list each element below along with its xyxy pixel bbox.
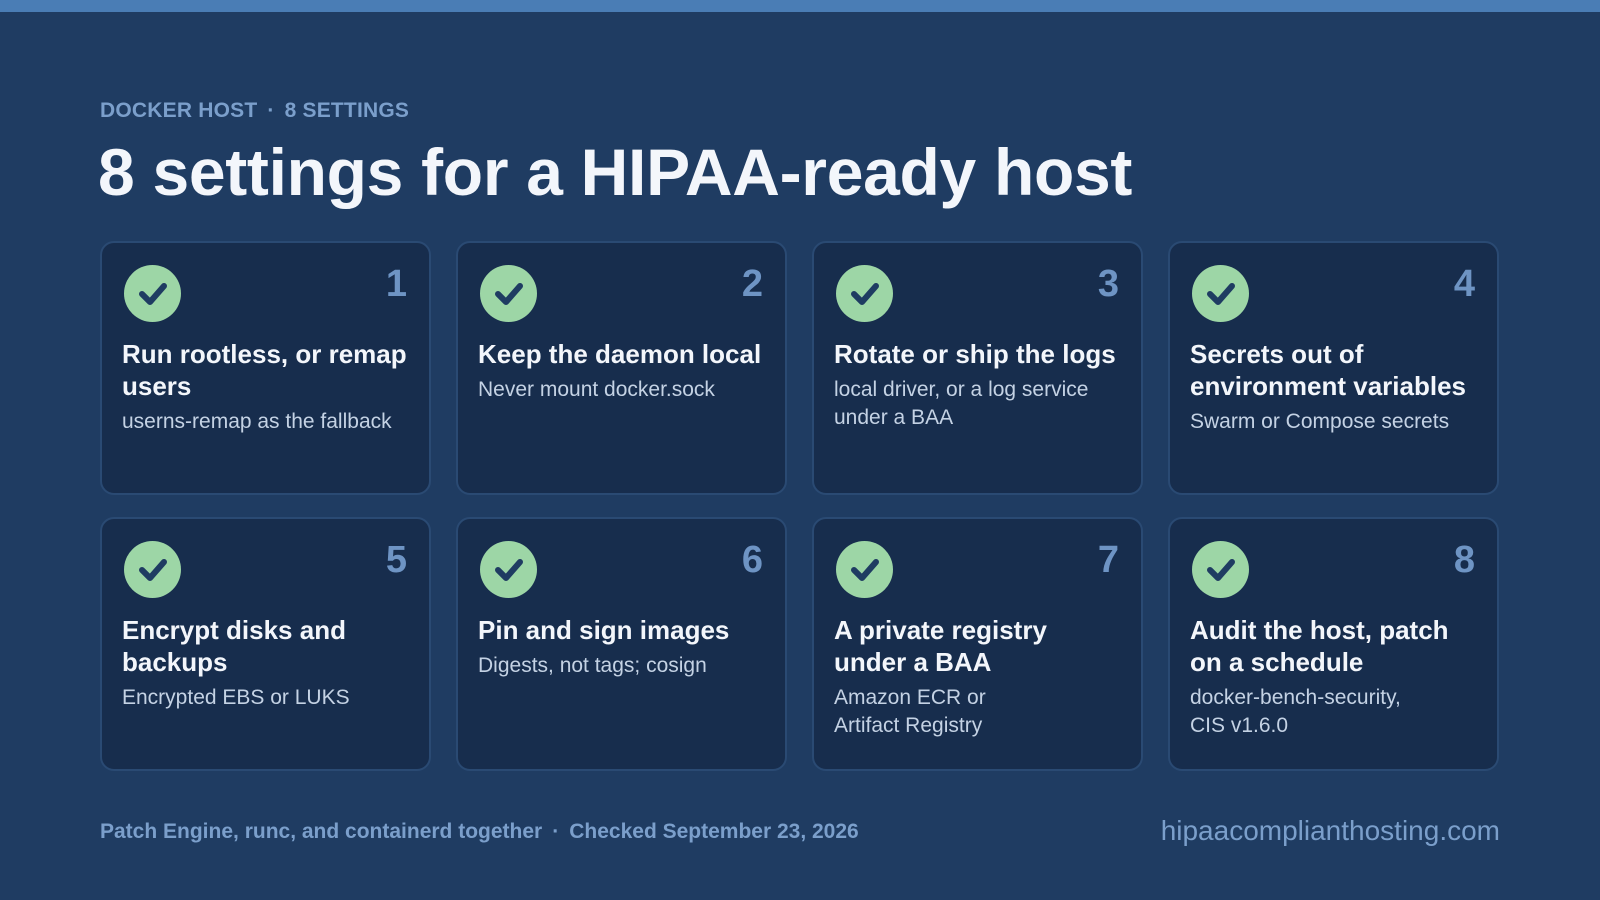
setting-description: userns-remap as the fallback [122,410,392,433]
setting-number: 3 [1097,263,1119,305]
setting-title-text: Keep the daemon local [478,339,762,369]
setting-title-text: Run rootless, or remap users [122,339,407,401]
setting-title-text: Audit the host, patch on a schedule [1190,615,1449,677]
footer-separator: · [552,820,560,843]
setting-card-3: 3 Rotate or ship the logs local driver, … [812,241,1143,495]
footer-note: Patch Engine, runc, and containerd toget… [100,820,859,844]
setting-number: 6 [741,539,763,581]
eyebrow: DOCKER HOST · 8 SETTINGS [100,99,409,123]
setting-title: Audit the host, patch on a schedule dock… [1190,614,1479,740]
setting-title-text: Rotate or ship the logs [834,339,1116,369]
setting-card-6: 6 Pin and sign images Digests, not tags;… [456,517,787,771]
eyebrow-category: DOCKER HOST [100,99,258,122]
setting-title-text: Secrets out of environment variables [1190,339,1466,401]
check-circle-icon [480,265,537,322]
check-circle-icon [1192,265,1249,322]
setting-title: Secrets out of environment variables Swa… [1190,338,1479,436]
setting-title: Run rootless, or remap users userns-rema… [122,338,411,436]
setting-description: Amazon ECR or Artifact Registry [834,686,986,737]
setting-number: 2 [741,263,763,305]
eyebrow-separator: · [267,99,275,122]
setting-card-4: 4 Secrets out of environment variables S… [1168,241,1499,495]
footer-site-link[interactable]: hipaacomplianthosting.com [1161,815,1500,847]
setting-description: Encrypted EBS or LUKS [122,686,350,709]
check-circle-icon [124,541,181,598]
footer-note-text: Patch Engine, runc, and containerd toget… [100,820,543,843]
top-accent-bar [0,0,1600,12]
footer-checked-date: Checked September 23, 2026 [569,820,859,843]
check-circle-icon [836,265,893,322]
setting-description: docker-bench-security, CIS v1.6.0 [1190,686,1401,737]
setting-card-2: 2 Keep the daemon local Never mount dock… [456,241,787,495]
setting-title: Encrypt disks and backups Encrypted EBS … [122,614,411,712]
setting-title-text: Pin and sign images [478,615,730,645]
setting-title: Pin and sign images Digests, not tags; c… [478,614,767,680]
setting-title: Keep the daemon local Never mount docker… [478,338,767,404]
setting-number: 7 [1097,539,1119,581]
setting-title: Rotate or ship the logs local driver, or… [834,338,1123,432]
check-circle-icon [836,541,893,598]
setting-description: Never mount docker.sock [478,378,715,401]
setting-number: 5 [385,539,407,581]
setting-number: 8 [1453,539,1475,581]
check-circle-icon [1192,541,1249,598]
setting-number: 4 [1453,263,1475,305]
setting-title: A private registry under a BAA Amazon EC… [834,614,1123,740]
setting-card-1: 1 Run rootless, or remap users userns-re… [100,241,431,495]
page-title: 8 settings for a HIPAA-ready host [98,135,1133,209]
setting-description: Swarm or Compose secrets [1190,410,1450,433]
setting-description: Digests, not tags; cosign [478,654,707,677]
setting-title-text: Encrypt disks and backups [122,615,346,677]
setting-title-text: A private registry under a BAA [834,615,1047,677]
setting-card-8: 8 Audit the host, patch on a schedule do… [1168,517,1499,771]
eyebrow-count: 8 SETTINGS [284,99,410,122]
check-circle-icon [124,265,181,322]
setting-card-5: 5 Encrypt disks and backups Encrypted EB… [100,517,431,771]
setting-number: 1 [385,263,407,305]
settings-grid: 1 Run rootless, or remap users userns-re… [100,241,1500,771]
setting-card-7: 7 A private registry under a BAA Amazon … [812,517,1143,771]
check-circle-icon [480,541,537,598]
setting-description: local driver, or a log service under a B… [834,378,1089,429]
